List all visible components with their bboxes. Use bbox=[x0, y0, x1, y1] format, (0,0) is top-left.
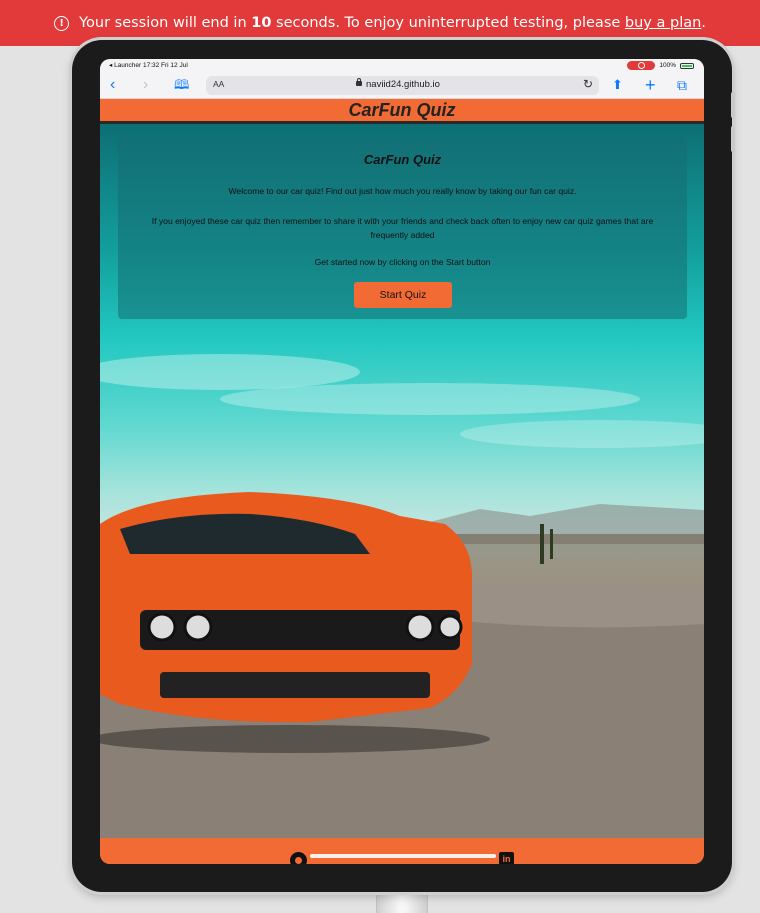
warning-icon: ! bbox=[54, 15, 70, 31]
quiz-cta-text: Get started now by clicking on the Start… bbox=[314, 257, 491, 267]
banner-text: Your session will end in 10 seconds. To … bbox=[79, 15, 706, 31]
volume-button bbox=[731, 126, 735, 152]
screen-record-icon bbox=[627, 61, 656, 70]
address-bar[interactable]: AA naviid24.github.io ↻ bbox=[206, 76, 599, 95]
bookmarks-icon[interactable]: 🕮 bbox=[174, 75, 189, 95]
back-icon[interactable]: ‹ bbox=[110, 75, 115, 95]
status-bar: ◂ Launcher 17:32 Fri 12 Jul 100% bbox=[100, 59, 704, 72]
forward-icon[interactable]: › bbox=[143, 75, 148, 95]
browser-toolbar: ‹ › 🕮 AA naviid24.github.io ↻ ⬆ + ⧉ bbox=[100, 72, 704, 99]
volume-button bbox=[731, 92, 735, 118]
home-indicator bbox=[310, 854, 496, 858]
start-quiz-button[interactable]: Start Quiz bbox=[354, 282, 452, 308]
linkedin-icon[interactable]: in bbox=[499, 852, 514, 864]
hero-background: CarFun Quiz Welcome to our car quiz! Fin… bbox=[100, 124, 704, 838]
status-left: ◂ Launcher 17:32 Fri 12 Jul bbox=[109, 62, 188, 69]
quiz-intro-card: CarFun Quiz Welcome to our car quiz! Fin… bbox=[118, 138, 687, 319]
buy-plan-link[interactable]: buy a plan bbox=[625, 15, 701, 31]
site-title: CarFun Quiz bbox=[348, 100, 456, 120]
new-tab-icon[interactable]: + bbox=[645, 75, 656, 95]
quiz-title: CarFun Quiz bbox=[363, 152, 442, 167]
quiz-share-text: If you enjoyed these car quiz then remem… bbox=[151, 216, 654, 240]
quiz-intro-text: Welcome to our car quiz! Find out just h… bbox=[228, 186, 577, 196]
battery-percent: 100% bbox=[659, 62, 676, 69]
share-icon[interactable]: ⬆ bbox=[612, 75, 623, 95]
github-icon[interactable] bbox=[290, 852, 307, 864]
site-footer: in bbox=[100, 838, 704, 864]
text-size-button[interactable]: AA bbox=[213, 79, 224, 89]
tabs-icon[interactable]: ⧉ bbox=[677, 75, 687, 95]
reload-icon[interactable]: ↻ bbox=[583, 77, 593, 91]
ipad-screen: ◂ Launcher 17:32 Fri 12 Jul 100% ‹ › 🕮 A… bbox=[100, 59, 704, 864]
status-right: 100% bbox=[627, 61, 694, 70]
battery-icon bbox=[680, 62, 694, 69]
site-header: CarFun Quiz bbox=[100, 99, 704, 124]
url-text: naviid24.github.io bbox=[366, 79, 440, 90]
lock-icon bbox=[356, 78, 362, 86]
